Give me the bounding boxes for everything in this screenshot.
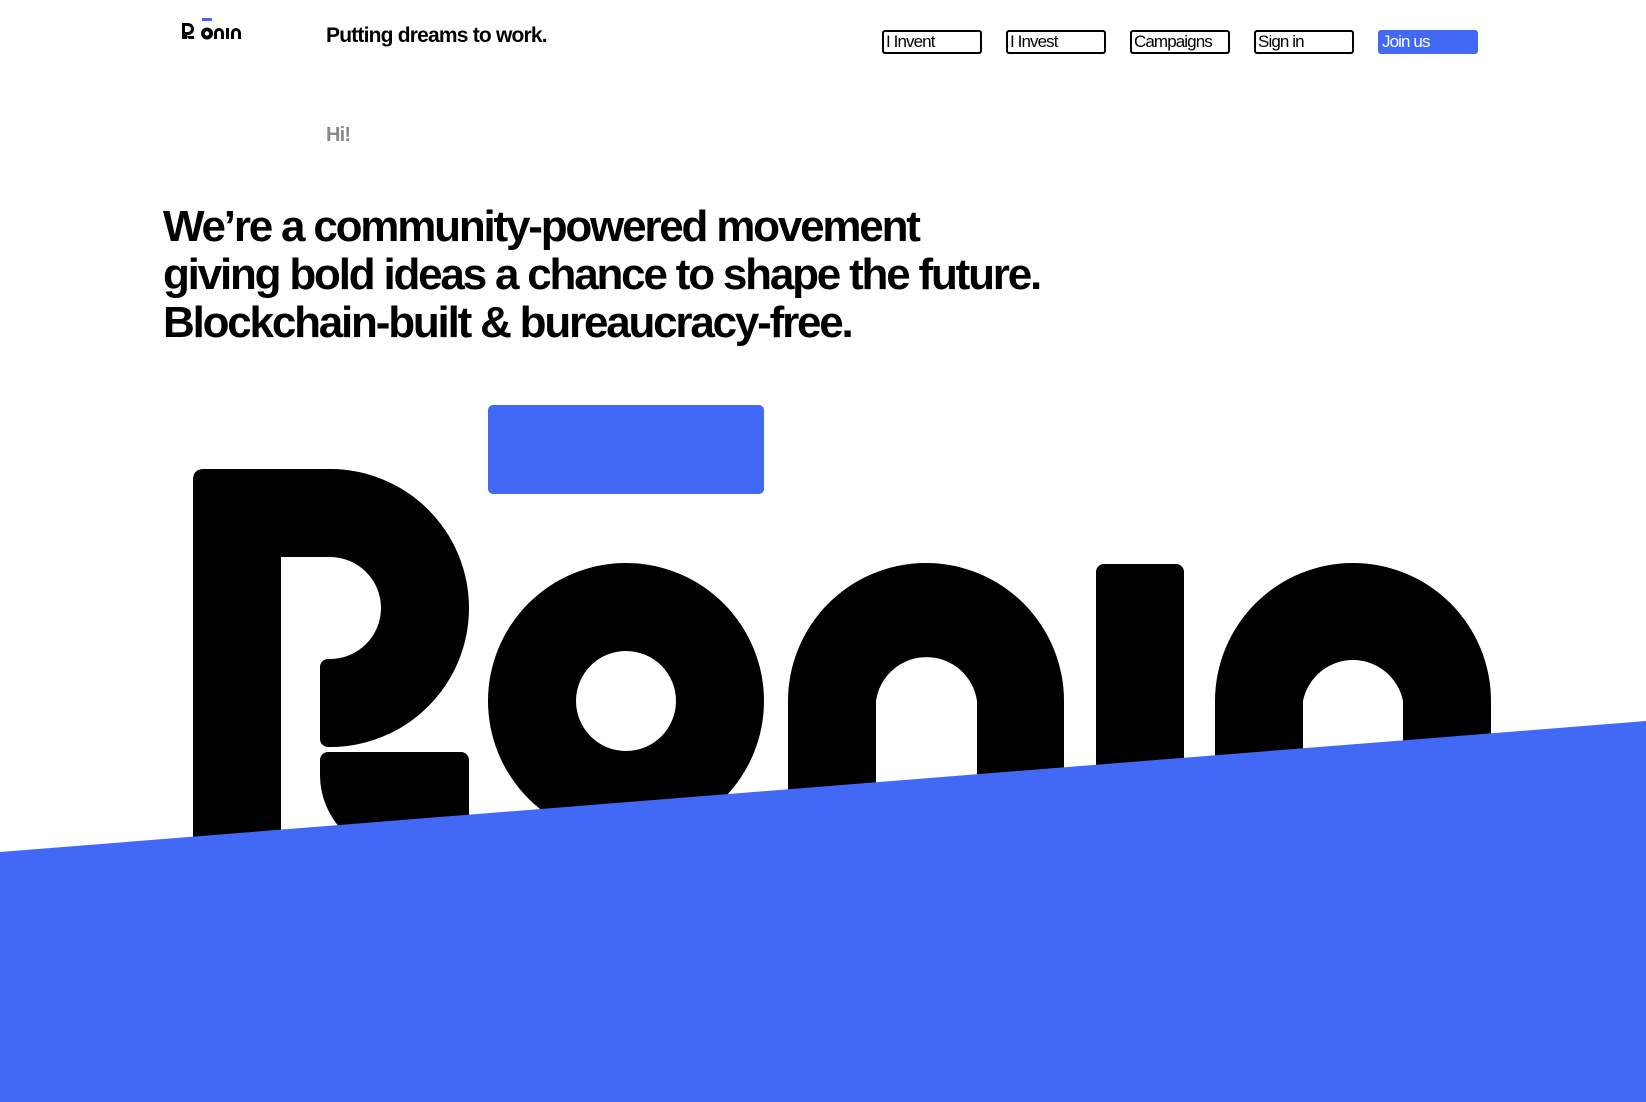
brand-wordmark-graphic (0, 405, 1646, 1102)
page: Putting dreams to work. I Invent I Inves… (0, 0, 1646, 1102)
wordmark-accent-bar (488, 405, 764, 494)
